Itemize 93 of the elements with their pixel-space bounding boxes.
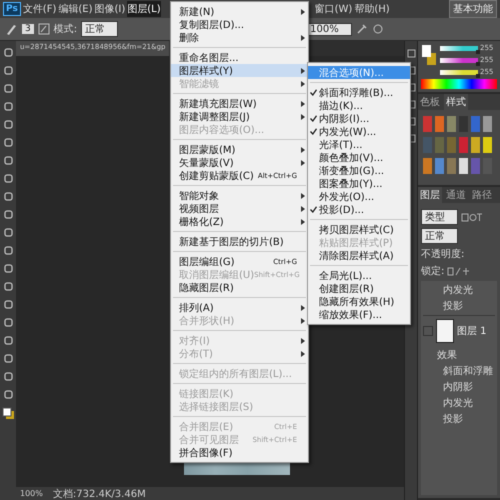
brush-size-field[interactable]: 3 [22,24,34,34]
fg-bg-color-icon[interactable] [421,44,437,66]
opacity-label: 不透明度: [421,248,464,261]
effect-item[interactable]: 内发光 [423,396,495,410]
menu-item[interactable]: 外发光(O)... [308,190,410,203]
effect-item[interactable]: 内发光 [423,283,495,297]
submenu-arrow-icon [301,34,305,40]
app-logo: Ps [3,2,21,16]
effect-item[interactable]: 投影 [423,299,495,313]
submenu-arrow-icon [301,100,305,106]
workspace-button[interactable]: 基本功能 [449,0,497,18]
submenu-arrow-icon [301,68,305,74]
menu-item[interactable]: 新建(N) [171,5,308,18]
submenu-arrow-icon [301,8,305,14]
menu-item[interactable]: 描边(K)... [308,99,410,112]
flow-field[interactable]: 100% [306,22,352,36]
color-spectrum[interactable] [421,79,497,89]
zoom-level: 100% [20,489,43,498]
menu-item[interactable]: 创建图层(R) [308,282,410,295]
submenu-arrow-icon [301,350,305,356]
submenu-arrow-icon [301,218,305,224]
layer-filter-dropdown[interactable]: 类型 [421,209,458,225]
menu-item[interactable]: 矢量蒙版(V) [171,156,308,169]
menu-item[interactable]: 图层样式(Y) [171,64,308,77]
menu-bar-item[interactable]: 帮助(H) [354,1,390,17]
menu-item[interactable]: 排列(A) [171,301,308,314]
slider-thumb[interactable] [476,50,480,54]
menu-bar-item[interactable]: 窗口(W) [314,1,352,17]
menu-item[interactable]: 投影(D)... [308,203,410,216]
menu-item[interactable]: 栅格化(Z) [171,215,308,228]
menu-item[interactable]: 拼合图像(F) [171,446,308,459]
submenu-arrow-icon [301,206,305,212]
menu-item[interactable]: 视频图层 [171,202,308,215]
menu-bar-item[interactable]: 图层(L) [127,1,161,17]
brush-panel-icon[interactable] [38,23,50,35]
effects-label[interactable]: 效果 [423,348,495,362]
panel-tab[interactable]: 通道 [444,187,468,203]
mode-dropdown[interactable]: 正常 [81,21,118,37]
menu-item[interactable]: 全局光(L)... [308,269,410,282]
menu-item[interactable]: 渐变叠加(G)... [308,164,410,177]
menu-bar-item[interactable]: 编辑(E) [58,1,92,17]
menu-item[interactable]: 清除图层样式(A) [308,249,410,262]
color-swatches-icon[interactable] [2,407,14,420]
menu-item[interactable]: 图案叠加(Y)... [308,177,410,190]
submenu-arrow-icon [301,192,305,198]
brush-icon[interactable] [4,22,18,36]
pressure-icon[interactable] [372,23,384,35]
menu-bar-item[interactable]: 图像(I) [94,1,126,17]
menu-item[interactable]: 复制图层(D)... [171,18,308,31]
menu-item[interactable]: 图层蒙版(M) [171,143,308,156]
panel-tab[interactable]: 路径 [470,187,494,203]
effect-item[interactable]: 投影 [423,412,495,426]
menu-item[interactable]: 重命名图层... [171,51,308,64]
lock-label: 锁定: [421,264,444,278]
check-icon [310,206,317,213]
submenu-arrow-icon [301,160,305,166]
visibility-toggle[interactable] [423,326,433,336]
effect-item[interactable]: 斜面和浮雕 [423,364,495,378]
submenu-arrow-icon [301,304,305,310]
menu-item[interactable]: 缩放效果(F)... [308,308,410,321]
layer-name[interactable]: 图层 1 [457,324,487,338]
menu-item[interactable]: 新建基于图层的切片(B) [171,235,308,248]
submenu-arrow-icon [301,318,305,324]
menu-item[interactable]: 隐藏图层(R) [171,281,308,294]
blend-mode-dropdown[interactable]: 正常 [421,228,458,244]
menu-item[interactable]: 拷贝图层样式(C) [308,223,410,236]
panel-tab[interactable]: 图层 [418,187,442,203]
menu-item[interactable]: 智能对象 [171,189,308,202]
menu-item[interactable]: 斜面和浮雕(B)... [308,86,410,99]
filter-icons-drawing[interactable] [461,212,483,222]
submenu-arrow-icon [301,114,305,120]
mode-label: 模式: [54,22,78,36]
menu-item[interactable]: 光泽(T)... [308,138,410,151]
layer-thumbnail [436,319,454,343]
menu-item[interactable]: 内阴影(I)... [308,112,410,125]
submenu-arrow-icon [301,80,305,86]
panel-tab[interactable]: 色板 [418,94,442,110]
menu-bar-item[interactable]: 文件(F) [22,1,56,17]
panel-tab[interactable]: 样式 [444,94,468,110]
menu-item[interactable]: 隐藏所有效果(H) [308,295,410,308]
check-icon [310,89,317,96]
submenu-arrow-icon [301,338,305,344]
slider-thumb[interactable] [476,62,480,66]
submenu-arrow-icon [301,146,305,152]
menu-item[interactable]: 新建调整图层(J) [171,110,308,123]
menu-item[interactable]: 内发光(W)... [308,125,410,138]
menu-item[interactable]: 删除 [171,31,308,44]
effect-item[interactable]: 内阴影 [423,380,495,394]
menu-item[interactable]: 颜色叠加(V)... [308,151,410,164]
document-info: 文档:732.4K/3.46M [52,488,146,500]
slider-thumb[interactable] [476,74,480,78]
menu-item[interactable]: 新建填充图层(W) [171,97,308,110]
airbrush-icon[interactable] [356,23,368,35]
